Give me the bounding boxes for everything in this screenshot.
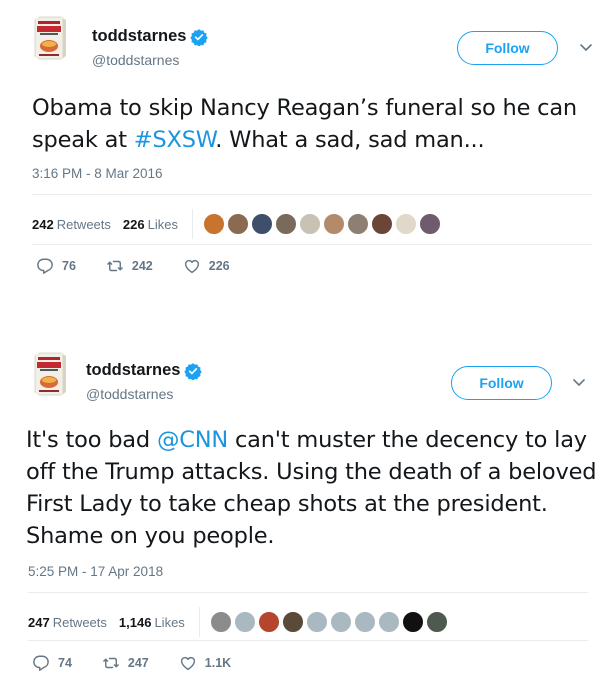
like-button[interactable]: 226 [183,257,230,275]
verified-icon [190,28,209,46]
retweets-count: 242 [32,216,54,232]
liker-avatar[interactable] [418,213,441,235]
reply-count: 76 [62,259,76,273]
like-count: 1.1K [204,656,232,670]
mention-link[interactable]: @CNN [157,427,228,453]
tweet-stats: 247 Retweets 1,146 Likes [28,607,448,637]
liker-avatar[interactable] [209,611,232,633]
liker-avatar[interactable] [202,213,225,235]
liker-avatar[interactable] [401,611,424,633]
retweet-button[interactable]: 247 [102,654,149,672]
stat-divider [191,209,193,239]
follow-button[interactable]: Follow [451,366,552,400]
handle[interactable]: @toddstarnes [86,386,173,402]
avatar[interactable] [26,350,74,398]
like-button[interactable]: 1.1K [179,654,231,672]
liker-avatar[interactable] [305,611,328,633]
avatar[interactable] [26,14,74,62]
tweet-text: Obama to skip Nancy Reagan’s funeral so … [32,92,602,156]
book-cover-avatar-icon [26,14,74,62]
retweet-button[interactable]: 242 [106,257,153,275]
chevron-down-icon[interactable] [579,43,593,53]
reply-icon [33,655,49,671]
like-icon [180,656,195,671]
tweet-stats: 242 Retweets 226 Likes [32,209,441,239]
likes-stat[interactable]: 1,146 Likes [119,615,185,630]
retweets-stat[interactable]: 247 Retweets [28,615,107,630]
book-cover-avatar-icon [26,350,74,398]
retweet-icon [107,260,123,272]
display-name-text[interactable]: toddstarnes [86,361,180,380]
liker-avatar[interactable] [233,611,256,633]
retweet-count: 247 [127,656,149,670]
likes-count: 1,146 [118,614,152,630]
liker-avatar[interactable] [250,213,273,235]
likes-label: Likes [154,614,185,630]
timestamp[interactable]: 5:25 PM - 17 Apr 2018 [28,564,163,579]
liker-avatar[interactable] [298,213,321,235]
liker-avatar[interactable] [226,213,249,235]
liker-avatar[interactable] [274,213,297,235]
liker-avatar[interactable] [281,611,304,633]
tweet-actions: 74 247 1.1K [32,654,261,672]
display-name[interactable]: toddstarnes [86,361,203,380]
liker-avatars [209,611,448,633]
chevron-down-icon[interactable] [572,378,586,388]
verified-icon [184,362,203,380]
liker-avatars [202,213,441,235]
retweets-label: Retweets [56,216,111,232]
tweet-text: It's too bad @CNN can't muster the decen… [26,424,601,552]
liker-avatar[interactable] [353,611,376,633]
display-name[interactable]: toddstarnes [92,27,209,46]
retweet-count: 242 [131,259,153,273]
likes-stat[interactable]: 226 Likes [123,217,178,232]
timestamp[interactable]: 3:16 PM - 8 Mar 2016 [32,166,163,181]
liker-avatar[interactable] [329,611,352,633]
divider [32,244,592,245]
retweet-icon [103,657,119,669]
liker-avatar[interactable] [425,611,448,633]
tweet-text-part: It's too bad [26,427,157,453]
retweets-count: 247 [28,614,50,630]
like-count: 226 [208,259,230,273]
divider [28,640,588,641]
liker-avatar[interactable] [370,213,393,235]
reply-button[interactable]: 76 [36,257,76,275]
handle[interactable]: @toddstarnes [92,52,179,68]
liker-avatar[interactable] [377,611,400,633]
retweets-label: Retweets [52,614,107,630]
reply-icon [37,258,53,274]
liker-avatar[interactable] [322,213,345,235]
tweet-actions: 76 242 226 [36,257,260,275]
likes-label: Likes [147,216,178,232]
liker-avatar[interactable] [346,213,369,235]
divider [28,592,588,593]
like-icon [184,259,199,274]
reply-button[interactable]: 74 [32,654,72,672]
retweets-stat[interactable]: 242 Retweets [32,217,111,232]
display-name-text[interactable]: toddstarnes [92,27,186,46]
follow-button[interactable]: Follow [457,31,558,65]
liker-avatar[interactable] [394,213,417,235]
likes-count: 226 [122,216,145,232]
reply-count: 74 [58,656,72,670]
hashtag-link[interactable]: #SXSW [134,127,216,153]
stat-divider [198,607,200,637]
liker-avatar[interactable] [257,611,280,633]
divider [32,194,592,195]
tweet-text-part: . What a sad, sad man... [215,127,485,153]
